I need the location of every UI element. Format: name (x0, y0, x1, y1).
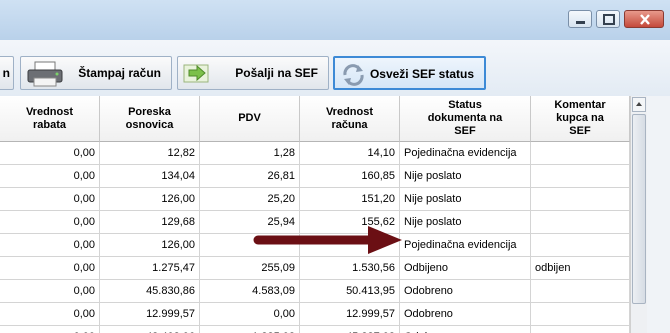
restore-icon (603, 14, 615, 25)
toolbar-button-partial-label: n (2, 66, 10, 80)
table-cell[interactable]: 134,04 (100, 165, 200, 188)
table-cell[interactable]: Odobreno (400, 280, 531, 303)
close-icon (640, 14, 650, 25)
vertical-scrollbar[interactable] (630, 96, 648, 333)
scroll-thumb[interactable] (632, 114, 646, 304)
toolbar: n Štampaj račun Pošalji na SEF Osveži SE… (0, 40, 670, 97)
table-cell[interactable]: 50.413,95 (300, 280, 400, 303)
table-cell[interactable]: Nije poslato (400, 188, 531, 211)
table-cell[interactable]: 0,00 (0, 211, 100, 234)
table-cell[interactable]: 12.999,57 (100, 303, 200, 326)
table-row[interactable]: 0,0043.402,061.835,0245.237,08Odobreno (0, 326, 630, 333)
invoice-grid: Vrednost rabata Poreska osnovica PDV Vre… (0, 96, 630, 333)
table-row[interactable]: 0,00 134,04 26,81 160,85 Nije poslato (0, 165, 630, 188)
send-to-sef-label: Pošalji na SEF (235, 66, 318, 80)
arrow-annotation-icon (253, 226, 402, 254)
print-invoice-label: Štampaj račun (78, 66, 161, 80)
column-header-tax-base[interactable]: Poreska osnovica (100, 96, 200, 142)
table-cell[interactable]: 1,28 (200, 142, 300, 165)
chevron-up-icon (636, 102, 642, 106)
refresh-sef-status-button[interactable]: Osveži SEF status (333, 56, 486, 90)
refresh-icon (343, 64, 364, 86)
table-cell[interactable]: 126,00 (100, 234, 200, 257)
table-cell[interactable]: 0,00 (0, 188, 100, 211)
table-cell[interactable]: 160,85 (300, 165, 400, 188)
table-cell[interactable] (531, 211, 630, 234)
table-cell[interactable]: 45.830,86 (100, 280, 200, 303)
table-cell[interactable] (531, 303, 630, 326)
table-cell[interactable] (531, 142, 630, 165)
table-cell[interactable]: Pojedinačna evidencija (400, 142, 531, 165)
window-titlebar (0, 0, 670, 40)
table-cell[interactable]: 25,20 (200, 188, 300, 211)
table-cell[interactable] (531, 165, 630, 188)
table-cell[interactable]: 151,20 (300, 188, 400, 211)
table-cell[interactable]: Odbijeno (400, 257, 531, 280)
right-pane (647, 96, 670, 333)
table-cell[interactable]: Pojedinačna evidencija (400, 234, 531, 257)
table-cell[interactable]: 0,00 (0, 234, 100, 257)
column-header-label: Vrednost rabata (25, 105, 74, 131)
table-cell[interactable]: 0,00 (0, 257, 100, 280)
table-cell[interactable] (531, 280, 630, 303)
table-cell[interactable]: 129,68 (100, 211, 200, 234)
column-header-label: Vrednost računa (325, 105, 374, 131)
table-cell[interactable]: 0,00 (0, 280, 100, 303)
column-header-buyer-comment[interactable]: Komentar kupca na SEF (531, 96, 630, 142)
column-header-label: Status dokumenta na SEF (427, 99, 503, 137)
column-header-label: PDV (238, 112, 261, 124)
table-row[interactable]: 0,00 126,00 25,20 151,20 Nije poslato (0, 188, 630, 211)
table-cell[interactable]: 26,81 (200, 165, 300, 188)
table-cell[interactable]: 0,00 (0, 142, 100, 165)
table-cell[interactable]: Nije poslato (400, 211, 531, 234)
send-arrow-icon (183, 64, 209, 83)
restore-button[interactable] (596, 10, 620, 28)
table-cell[interactable]: 0,00 (0, 303, 100, 326)
table-row[interactable]: 0,00 12.999,57 0,00 12.999,57 Odobreno (0, 303, 630, 326)
table-cell[interactable]: 12,82 (100, 142, 200, 165)
table-cell[interactable]: 0,00 (0, 326, 100, 333)
table-cell[interactable]: 45.237,08 (300, 326, 400, 333)
toolbar-button-partial[interactable]: n (0, 56, 14, 90)
table-cell[interactable]: 12.999,57 (300, 303, 400, 326)
column-header-label: Komentar kupca na SEF (554, 99, 606, 137)
column-header-label: Poreska osnovica (125, 105, 174, 131)
table-row[interactable]: 0,00 45.830,86 4.583,09 50.413,95 Odobreno (0, 280, 630, 303)
table-cell[interactable]: 4.583,09 (200, 280, 300, 303)
table-cell[interactable]: 43.402,06 (100, 326, 200, 333)
print-invoice-button[interactable]: Štampaj račun (20, 56, 172, 90)
table-row[interactable]: 0,00 12,82 1,28 14,10 Pojedinačna evidencija (0, 142, 630, 165)
table-cell[interactable] (531, 234, 630, 257)
column-header-sef-status[interactable]: Status dokumenta na SEF (400, 96, 531, 142)
send-to-sef-button[interactable]: Pošalji na SEF (177, 56, 329, 90)
table-cell[interactable] (531, 188, 630, 211)
refresh-sef-status-label: Osveži SEF status (369, 67, 474, 81)
column-header-vat[interactable]: PDV (200, 96, 300, 142)
table-cell[interactable]: Odobreno (400, 303, 531, 326)
table-cell[interactable]: odbijen (531, 257, 630, 280)
table-cell[interactable] (531, 326, 630, 333)
table-cell[interactable]: Odobreno (400, 326, 531, 333)
minimize-button[interactable] (568, 10, 592, 28)
table-cell[interactable]: 14,10 (300, 142, 400, 165)
close-button[interactable] (624, 10, 664, 28)
table-cell[interactable]: 1.275,47 (100, 257, 200, 280)
scroll-up-button[interactable] (632, 97, 646, 112)
table-cell[interactable]: 1.835,02 (200, 326, 300, 333)
table-cell[interactable]: 0,00 (200, 303, 300, 326)
minimize-icon (576, 21, 585, 24)
column-header-invoice-value[interactable]: Vrednost računa (300, 96, 400, 142)
table-cell[interactable]: 0,00 (0, 165, 100, 188)
column-header-discount[interactable]: Vrednost rabata (0, 96, 100, 142)
table-cell[interactable]: 126,00 (100, 188, 200, 211)
table-cell[interactable]: Nije poslato (400, 165, 531, 188)
printer-icon (27, 61, 63, 87)
